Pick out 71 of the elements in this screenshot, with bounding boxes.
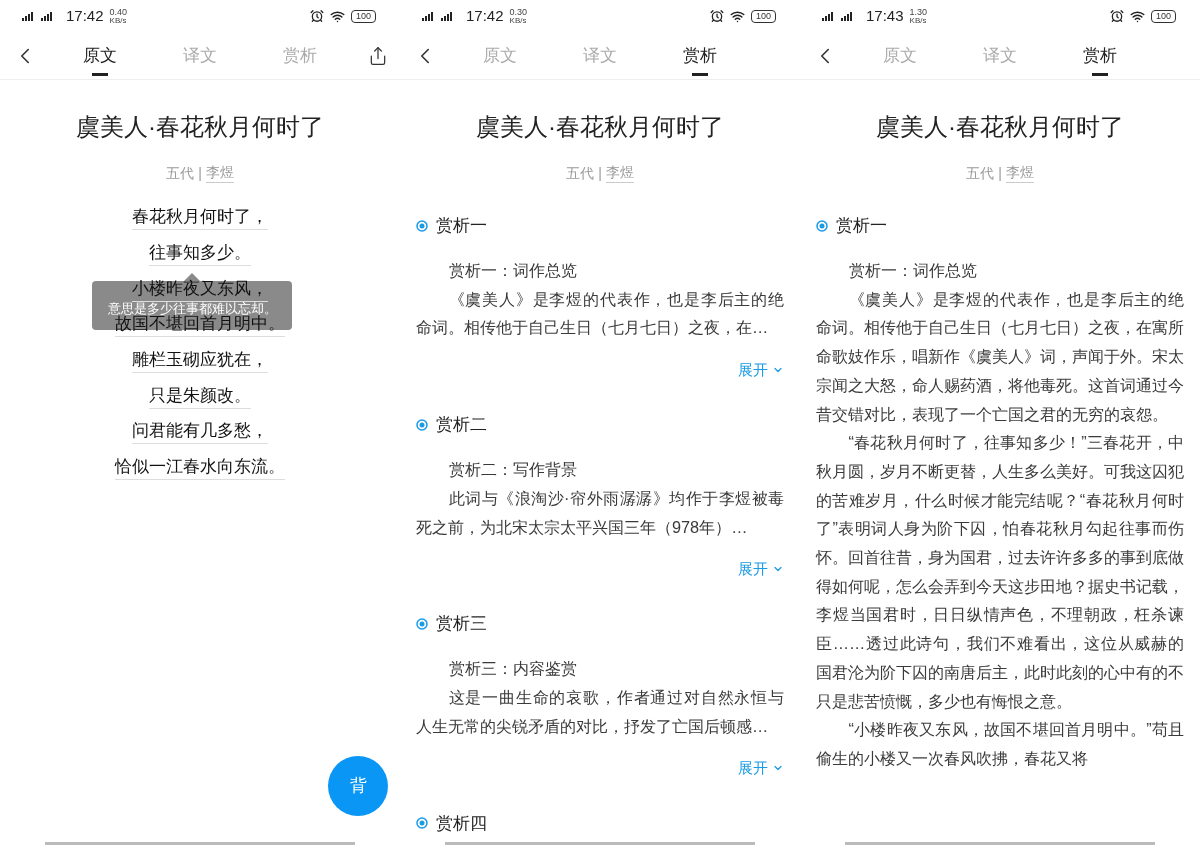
expand-button[interactable]: 展开: [738, 555, 784, 584]
speed-unit: KB/s: [109, 16, 128, 25]
alarm-icon: [1109, 9, 1124, 23]
wifi-icon: [729, 8, 745, 24]
poem-line[interactable]: 只是朱颜改。: [149, 383, 251, 409]
tab[interactable]: 原文: [83, 31, 117, 80]
battery-indicator: 100: [750, 9, 776, 23]
clock-time: 17:42: [466, 5, 504, 26]
author-link[interactable]: 李煜: [1005, 162, 1034, 183]
section-heading: 赏析三: [436, 613, 487, 636]
author-link[interactable]: 李煜: [205, 162, 234, 183]
body-paragraph: “春花秋月何时了，往事知多少！”三春花开，中秋月圆，岁月不断更替，人生多么美好。可我这囚犯的苦难岁月，什么时候才能完结呢？“春花秋月何时了”表明词人身为阶下囚，怕春花秋月勾起往事而伤怀。回首往昔，身为国君，过去许许多多的事到底做得如何呢，怎么会弄到今天这步田地？据史书记载，李煜当国君时，日日纵情声色，不理朝政，枉杀谏臣……透过此诗句，我们不难看出，这位从威赫的国君沦为阶下囚的南唐后主，此时此刻的心中有的不只是悲苦愤慨，多少也有悔恨之意。: [816, 432, 1184, 712]
dynasty-label: 五代: [566, 163, 595, 183]
body-paragraph: 此词与《浪淘沙·帘外雨潺潺》均作于李煜被毒死之前，为北宋太宗太平兴国三年（978年）…: [416, 487, 784, 538]
tab[interactable]: 原文: [483, 31, 517, 80]
poem-line[interactable]: 问君能有几多愁，: [132, 419, 268, 445]
tab[interactable]: 译文: [183, 31, 217, 80]
separator: |: [198, 163, 202, 183]
tab[interactable]: 赏析: [683, 31, 717, 80]
section-heading: 赏析四: [436, 812, 487, 835]
tab[interactable]: 译文: [583, 31, 617, 80]
wifi-icon: [329, 8, 345, 24]
body-paragraph: 赏析一：词作总览: [447, 260, 578, 281]
poem-title: 虞美人·春花秋月何时了: [875, 112, 1125, 142]
bullet-ring-icon: [416, 220, 428, 232]
tab[interactable]: 赏析: [1083, 31, 1117, 80]
separator: |: [998, 163, 1002, 183]
speed-unit: KB/s: [909, 16, 928, 25]
tab[interactable]: 赏析: [283, 31, 317, 80]
tab[interactable]: 原文: [883, 31, 917, 80]
section-heading: 赏析二: [436, 414, 487, 437]
bullet-ring-icon: [416, 419, 428, 432]
poem-title: 虞美人·春花秋月何时了: [475, 112, 725, 142]
network-speed: 0.30: [509, 7, 528, 17]
clock-time: 17:42: [66, 5, 104, 26]
expand-button[interactable]: 展开: [738, 356, 784, 385]
separator: |: [598, 163, 602, 183]
author-link[interactable]: 李煜: [605, 162, 634, 183]
recite-button[interactable]: 背: [328, 756, 388, 816]
alarm-icon: [309, 9, 324, 23]
battery-indicator: 100: [1150, 9, 1176, 23]
clock-time: 17:43: [866, 5, 904, 26]
poem-title: 虞美人·春花秋月何时了: [75, 112, 325, 142]
battery-indicator: 100: [350, 9, 376, 23]
tooltip-text: 意思是多少往事都难以忘却。: [107, 301, 277, 316]
body-paragraph: 《虞美人》是李煜的代表作，也是李后主的绝命词。相传他于自己生日（七月七日）之夜，在…: [416, 288, 784, 339]
dynasty-label: 五代: [966, 163, 995, 183]
network-speed: 1.30: [909, 7, 928, 17]
alarm-icon: [709, 9, 724, 23]
body-paragraph: 赏析一：词作总览: [847, 260, 978, 281]
expand-button[interactable]: 展开: [738, 754, 784, 783]
poem-line[interactable]: 春花秋月何时了，: [132, 205, 268, 231]
speed-unit: KB/s: [509, 16, 528, 25]
wifi-icon: [1129, 8, 1145, 24]
network-speed: 0.40: [109, 7, 128, 17]
tab[interactable]: 译文: [983, 31, 1017, 80]
body-paragraph: “小楼昨夜又东风，故国不堪回首月明中。”苟且偷生的小楼又一次春风吹拂，春花又将: [816, 719, 1184, 769]
share-icon[interactable]: [368, 45, 388, 66]
bullet-ring-icon: [816, 220, 828, 232]
bullet-ring-icon: [416, 618, 428, 631]
poem-line[interactable]: 往事知多少。: [149, 241, 251, 267]
bullet-ring-icon: [416, 817, 428, 830]
section-heading: 赏析一: [436, 215, 487, 238]
body-paragraph: 赏析二：写作背景: [447, 459, 578, 481]
body-paragraph: 赏析三：内容鉴赏: [447, 658, 578, 680]
poem-line[interactable]: 恰似一江春水向东流。: [115, 455, 285, 481]
body-paragraph: 《虞美人》是李煜的代表作，也是李后主的绝命词。相传他于自己生日（七月七日）之夜，在寓所命歌妓作乐，唱新作《虞美人》词，声闻于外。宋太宗闻之大怒，命人赐药酒，将他毒死。这首词通过今昔交错对比，表现了一个亡国之君的无穷的哀怨。: [816, 288, 1184, 425]
dynasty-label: 五代: [166, 163, 195, 183]
poem-line[interactable]: 雕栏玉砌应犹在，: [132, 348, 268, 374]
section-heading: 赏析一: [836, 215, 887, 238]
body-paragraph: 这是一曲生命的哀歌，作者通过对自然永恒与人生无常的尖锐矛盾的对比，抒发了亡国后顿感…: [416, 686, 784, 737]
